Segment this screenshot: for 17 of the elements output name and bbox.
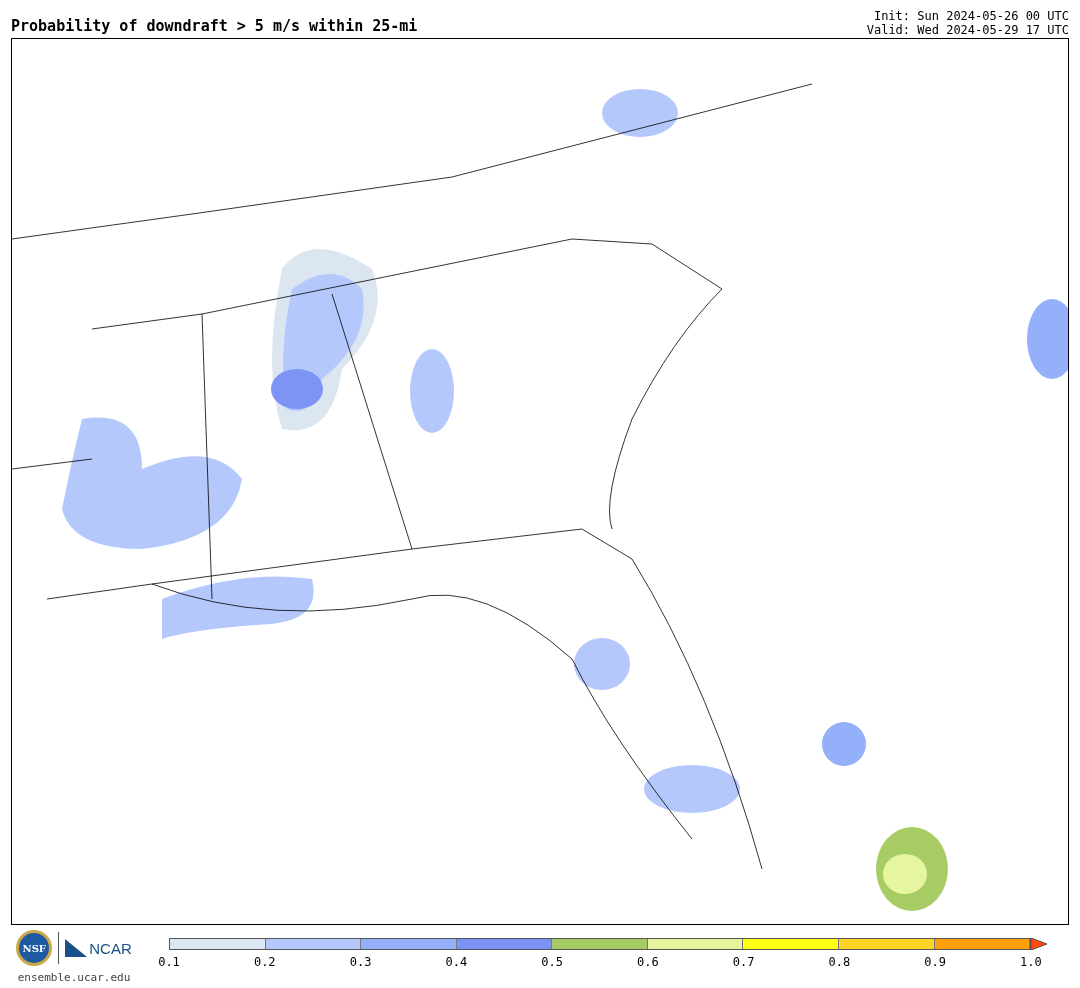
tick-label: 0.6 [636, 954, 660, 971]
valid-time: Valid: Wed 2024-05-29 17 UTC [866, 23, 1069, 37]
chart-title: Probability of downdraft > 5 m/s within 25-mi [11, 19, 418, 34]
ncar-logo: NCAR [89, 940, 132, 956]
site-url: ensemble.ucar.edu [17, 970, 131, 986]
tick-label: 0.7 [731, 954, 756, 971]
tick-label: 0.1 [157, 954, 181, 971]
tick-label: 0.3 [348, 954, 373, 971]
tick-label: 0.8 [827, 954, 852, 971]
ncar-logo-icon [65, 939, 88, 957]
tick-label: 0.5 [540, 954, 564, 971]
tick-label: 0.4 [444, 954, 469, 971]
init-time: Init: Sun 2024-05-26 00 UTC [873, 9, 1069, 23]
tick-label: 0.2 [252, 954, 277, 971]
nsf-logo: NSF [16, 930, 53, 966]
tick-label: 0.9 [923, 954, 947, 971]
tick-label: 1.0 [1019, 954, 1043, 971]
